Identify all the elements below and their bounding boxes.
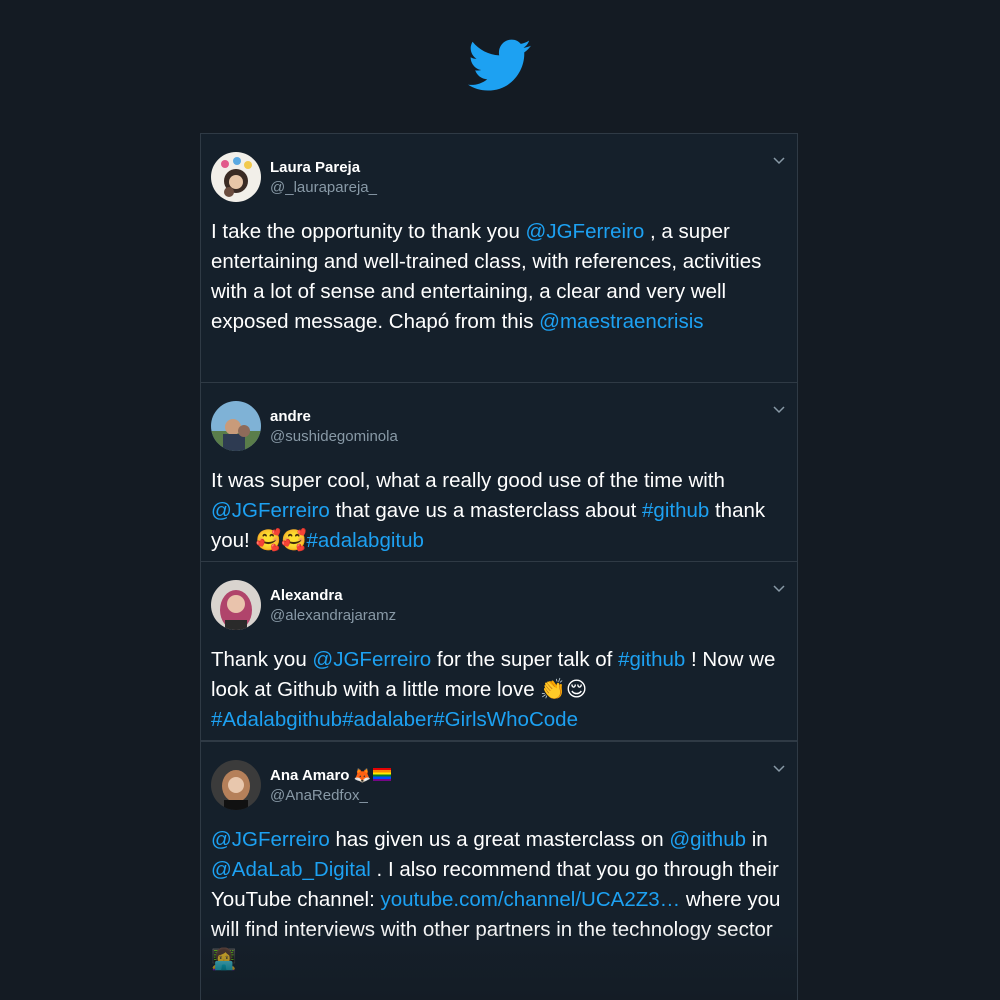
text-segment: has given us a great masterclass on [329, 828, 670, 851]
tweet-text: I take the opportunity to thank you @JGF… [211, 217, 787, 337]
author-name[interactable]: Ana Amaro 🦊 [270, 767, 392, 784]
text-segment: It was super cool, what a really good us… [211, 469, 725, 492]
avatar[interactable] [211, 580, 261, 630]
author-name-text: Ana Amaro [270, 767, 350, 784]
screenshot-canvas: Laura Pareja @_laurapareja_ I take the o… [0, 0, 1000, 1000]
mention-link[interactable]: @JGFerreiro [312, 648, 431, 671]
tweet-header: Alexandra @alexandrajaramz [211, 580, 787, 630]
mention-link[interactable]: @JGFerreiro [526, 220, 645, 243]
avatar[interactable] [211, 401, 261, 451]
text-segment: I take the opportunity to thank you [211, 220, 526, 243]
author-name[interactable]: Laura Pareja [270, 159, 360, 176]
tweet-header: Ana Amaro 🦊 @AnaRedfox_ [211, 760, 787, 810]
tweet-text: Thank you @JGFerreiro for the super talk… [211, 645, 787, 735]
avatar[interactable] [211, 152, 261, 202]
tweet-card[interactable]: Alexandra @alexandrajaramz Thank you @JG… [200, 561, 798, 741]
author-handle[interactable]: @sushidegominola [270, 428, 398, 445]
tweet-header: Laura Pareja @_laurapareja_ [211, 152, 787, 202]
tweet-card[interactable]: andre @sushidegominola It was super cool… [200, 382, 798, 562]
author-handle[interactable]: @_laurapareja_ [270, 179, 377, 196]
tweet-header: andre @sushidegominola [211, 401, 787, 451]
mention-link[interactable]: @github [669, 828, 746, 851]
tweet-card[interactable]: Laura Pareja @_laurapareja_ I take the o… [200, 133, 798, 383]
rainbow-flag-icon [373, 768, 392, 781]
mention-link[interactable]: @JGFerreiro [211, 828, 330, 851]
hashtag-link[interactable]: #github [642, 499, 709, 522]
tweet-card[interactable]: Ana Amaro 🦊 @AnaRedfox_ @JGFerreiro has … [200, 741, 798, 1000]
tweet-text: It was super cool, what a really good us… [211, 466, 787, 556]
avatar[interactable] [211, 760, 261, 810]
url-link[interactable]: youtube.com/channel/UCA2Z3… [380, 888, 680, 911]
hashtag-link[interactable]: #Adalabgithub#adalaber#GirlsWhoCode [211, 708, 578, 731]
chevron-down-icon[interactable] [771, 401, 787, 417]
text-segment: for the super talk of [431, 648, 619, 671]
text-segment: Thank you [211, 648, 313, 671]
chevron-down-icon[interactable] [771, 760, 787, 776]
hashtag-link[interactable]: #github [618, 648, 685, 671]
twitter-bird-icon [468, 39, 531, 91]
mention-link[interactable]: @JGFerreiro [211, 499, 330, 522]
author-name[interactable]: Alexandra [270, 587, 343, 604]
text-segment: that gave us a masterclass about [329, 499, 643, 522]
mention-link[interactable]: @maestraencrisis [539, 310, 703, 333]
chevron-down-icon[interactable] [771, 152, 787, 168]
hashtag-link[interactable]: #adalabgitub [307, 529, 424, 552]
author-handle[interactable]: @AnaRedfox_ [270, 787, 368, 804]
tweet-text: @JGFerreiro has given us a great masterc… [211, 825, 787, 975]
text-segment: in [746, 828, 768, 851]
author-handle[interactable]: @alexandrajaramz [270, 607, 396, 624]
fox-emoji: 🦊 [353, 767, 372, 783]
mention-link[interactable]: @AdaLab_Digital [211, 858, 371, 881]
chevron-down-icon[interactable] [771, 580, 787, 596]
author-name[interactable]: andre [270, 408, 311, 425]
